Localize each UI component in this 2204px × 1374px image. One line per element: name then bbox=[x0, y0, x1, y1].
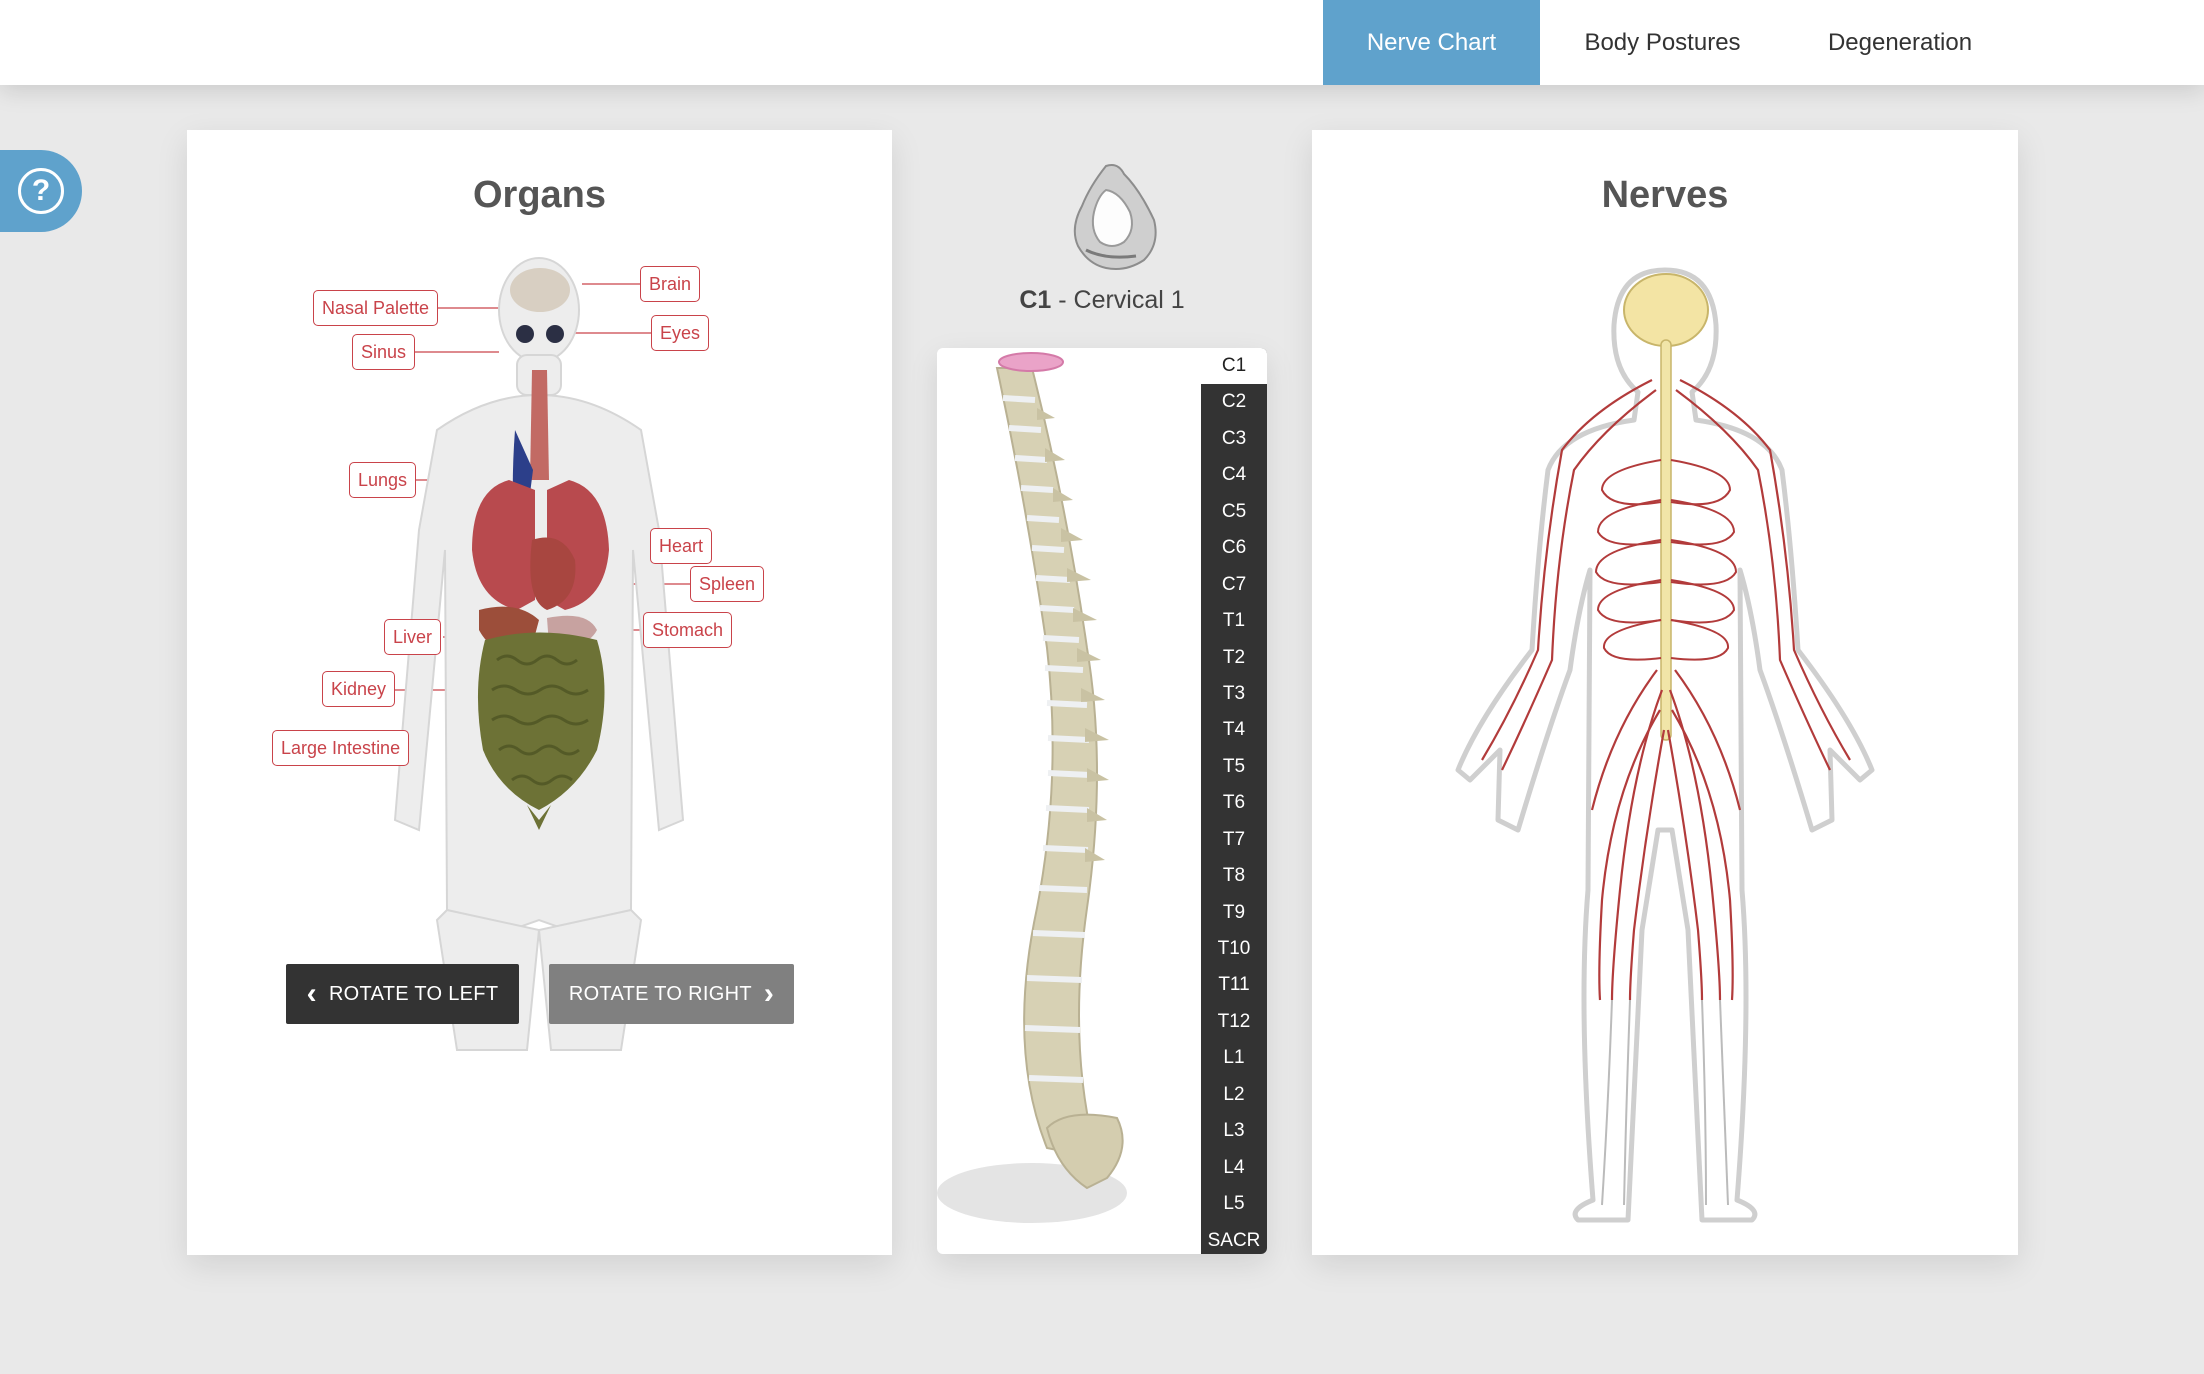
rotate-right-button[interactable]: ROTATE TO RIGHT › bbox=[549, 964, 794, 1024]
vertebra-item-c5[interactable]: C5 bbox=[1201, 494, 1267, 530]
vertebra-item-t11[interactable]: T11 bbox=[1201, 967, 1267, 1003]
chevron-left-icon: ‹ bbox=[306, 977, 317, 1010]
organs-body-illustration bbox=[392, 257, 690, 1051]
organ-label-liver[interactable]: Liver bbox=[384, 619, 442, 655]
chevron-right-icon: › bbox=[763, 977, 775, 1010]
vertebra-top-view-icon bbox=[1073, 164, 1157, 270]
selected-vertebra-code: C1 bbox=[1019, 286, 1052, 314]
vertebra-item-t5[interactable]: T5 bbox=[1201, 749, 1267, 785]
vertebra-item-c4[interactable]: C4 bbox=[1201, 457, 1267, 493]
vertebra-item-t9[interactable]: T9 bbox=[1201, 895, 1267, 931]
vertebra-item-c3[interactable]: C3 bbox=[1201, 421, 1267, 457]
organ-label-stomach[interactable]: Stomach bbox=[643, 612, 733, 648]
selected-vertebra-caption: C1 - Cervical 1 bbox=[937, 286, 1267, 315]
top-nav: Nerve Chart Body Postures Degeneration bbox=[0, 0, 2204, 85]
selected-vertebra-name: - Cervical 1 bbox=[1058, 286, 1185, 314]
vertebra-item-t4[interactable]: T4 bbox=[1201, 712, 1267, 748]
vertebra-item-c1[interactable]: C1 bbox=[1201, 348, 1267, 385]
question-circle-icon: ? bbox=[18, 168, 64, 214]
rotate-left-button[interactable]: ‹ ROTATE TO LEFT bbox=[286, 964, 519, 1024]
organ-label-large-intestine[interactable]: Large Intestine bbox=[272, 730, 410, 766]
organ-label-kidney[interactable]: Kidney bbox=[322, 671, 396, 707]
rotate-right-label: ROTATE TO RIGHT bbox=[568, 982, 752, 1005]
organ-label-brain[interactable]: Brain bbox=[640, 266, 701, 302]
vertebra-item-sacrum[interactable]: SACR bbox=[1201, 1223, 1267, 1255]
vertebra-item-t2[interactable]: T2 bbox=[1201, 640, 1267, 676]
tab-body-postures[interactable]: Body Postures bbox=[1540, 0, 1785, 85]
organ-label-heart[interactable]: Heart bbox=[650, 528, 713, 564]
spine-illustration bbox=[937, 352, 1127, 1223]
vertebra-item-t1[interactable]: T1 bbox=[1201, 603, 1267, 639]
vertebra-item-l4[interactable]: L4 bbox=[1201, 1150, 1267, 1186]
vertebra-item-l1[interactable]: L1 bbox=[1201, 1040, 1267, 1076]
vertebra-item-t8[interactable]: T8 bbox=[1201, 858, 1267, 894]
vertebra-item-c2[interactable]: C2 bbox=[1201, 384, 1267, 420]
vertebra-item-l3[interactable]: L3 bbox=[1201, 1113, 1267, 1149]
help-button[interactable]: ? bbox=[0, 150, 82, 232]
organ-label-nasal-palette[interactable]: Nasal Palette bbox=[313, 290, 439, 326]
organ-label-lungs[interactable]: Lungs bbox=[349, 462, 417, 498]
rotate-left-label: ROTATE TO LEFT bbox=[328, 982, 499, 1005]
tab-degeneration[interactable]: Degeneration bbox=[1785, 0, 2015, 85]
organ-label-spleen[interactable]: Spleen bbox=[690, 566, 765, 602]
vertebra-item-t6[interactable]: T6 bbox=[1201, 785, 1267, 821]
nervous-system-illustration bbox=[1455, 267, 1875, 1223]
organs-card: Organs Nasal Palette Sinus Lungs Liver K… bbox=[187, 130, 892, 1255]
organ-label-sinus[interactable]: Sinus bbox=[352, 334, 416, 370]
vertebra-item-t7[interactable]: T7 bbox=[1201, 822, 1267, 858]
vertebra-item-t3[interactable]: T3 bbox=[1201, 676, 1267, 712]
tab-nerve-chart[interactable]: Nerve Chart bbox=[1323, 0, 1540, 85]
vertebra-item-l2[interactable]: L2 bbox=[1201, 1077, 1267, 1113]
vertebra-item-c7[interactable]: C7 bbox=[1201, 567, 1267, 603]
vertebra-item-c6[interactable]: C6 bbox=[1201, 530, 1267, 566]
nerves-card: Nerves bbox=[1312, 130, 2018, 1255]
vertebra-item-l5[interactable]: L5 bbox=[1201, 1186, 1267, 1222]
organ-label-eyes[interactable]: Eyes bbox=[651, 315, 710, 351]
vertebra-selector-list: C1 C2 C3 C4 C5 C6 C7 T1 T2 T3 T4 T5 T6 T… bbox=[1201, 348, 1267, 1254]
vertebra-item-t10[interactable]: T10 bbox=[1201, 931, 1267, 967]
vertebra-item-t12[interactable]: T12 bbox=[1201, 1004, 1267, 1040]
